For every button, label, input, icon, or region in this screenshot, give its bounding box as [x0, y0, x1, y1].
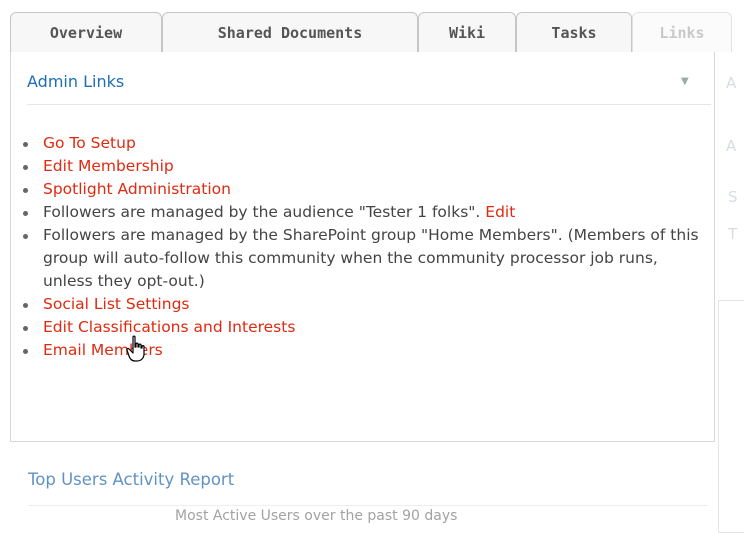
- admin-links-panel: Admin Links ▼ Go To Setup Edit Membershi…: [10, 52, 715, 442]
- tab-shared-documents[interactable]: Shared Documents: [162, 12, 418, 52]
- side-panel-edge: [718, 300, 744, 533]
- social-list-settings-link[interactable]: Social List Settings: [43, 295, 189, 313]
- panel-title: Admin Links: [27, 72, 125, 91]
- followers-audience-text: Followers are managed by the audience "T…: [43, 203, 481, 221]
- admin-links-list: Go To Setup Edit Membership Spotlight Ad…: [19, 132, 699, 362]
- tab-overview[interactable]: Overview: [10, 12, 162, 52]
- tab-tasks[interactable]: Tasks: [516, 12, 632, 52]
- side-ghost-text: S: [728, 188, 738, 206]
- list-item: Go To Setup: [19, 132, 699, 155]
- tab-links[interactable]: Links: [632, 12, 732, 52]
- tab-wiki[interactable]: Wiki: [418, 12, 516, 52]
- list-item: Email Members: [19, 339, 699, 362]
- list-item: Followers are managed by the SharePoint …: [19, 224, 699, 293]
- followers-group-text: Followers are managed by the SharePoint …: [43, 226, 699, 290]
- chevron-down-icon[interactable]: ▼: [681, 76, 689, 87]
- spotlight-administration-link[interactable]: Spotlight Administration: [43, 180, 231, 198]
- hand-cursor-icon: [126, 335, 145, 362]
- go-to-setup-link[interactable]: Go To Setup: [43, 134, 136, 152]
- list-item: Edit Classifications and Interests: [19, 316, 699, 339]
- list-item: Edit Membership: [19, 155, 699, 178]
- divider: [28, 505, 708, 506]
- list-item: Social List Settings: [19, 293, 699, 316]
- edit-audience-link[interactable]: Edit: [485, 203, 515, 221]
- divider: [27, 104, 711, 105]
- report-subtitle: Most Active Users over the past 90 days: [175, 508, 458, 524]
- list-item: Followers are managed by the audience "T…: [19, 201, 699, 224]
- edit-membership-link[interactable]: Edit Membership: [43, 157, 174, 175]
- list-item: Spotlight Administration: [19, 178, 699, 201]
- side-ghost-text: A: [726, 74, 737, 92]
- report-title: Top Users Activity Report: [28, 470, 235, 489]
- side-ghost-text: A: [726, 137, 737, 155]
- edit-classifications-link[interactable]: Edit Classifications and Interests: [43, 318, 295, 336]
- side-ghost-text: T: [728, 225, 738, 243]
